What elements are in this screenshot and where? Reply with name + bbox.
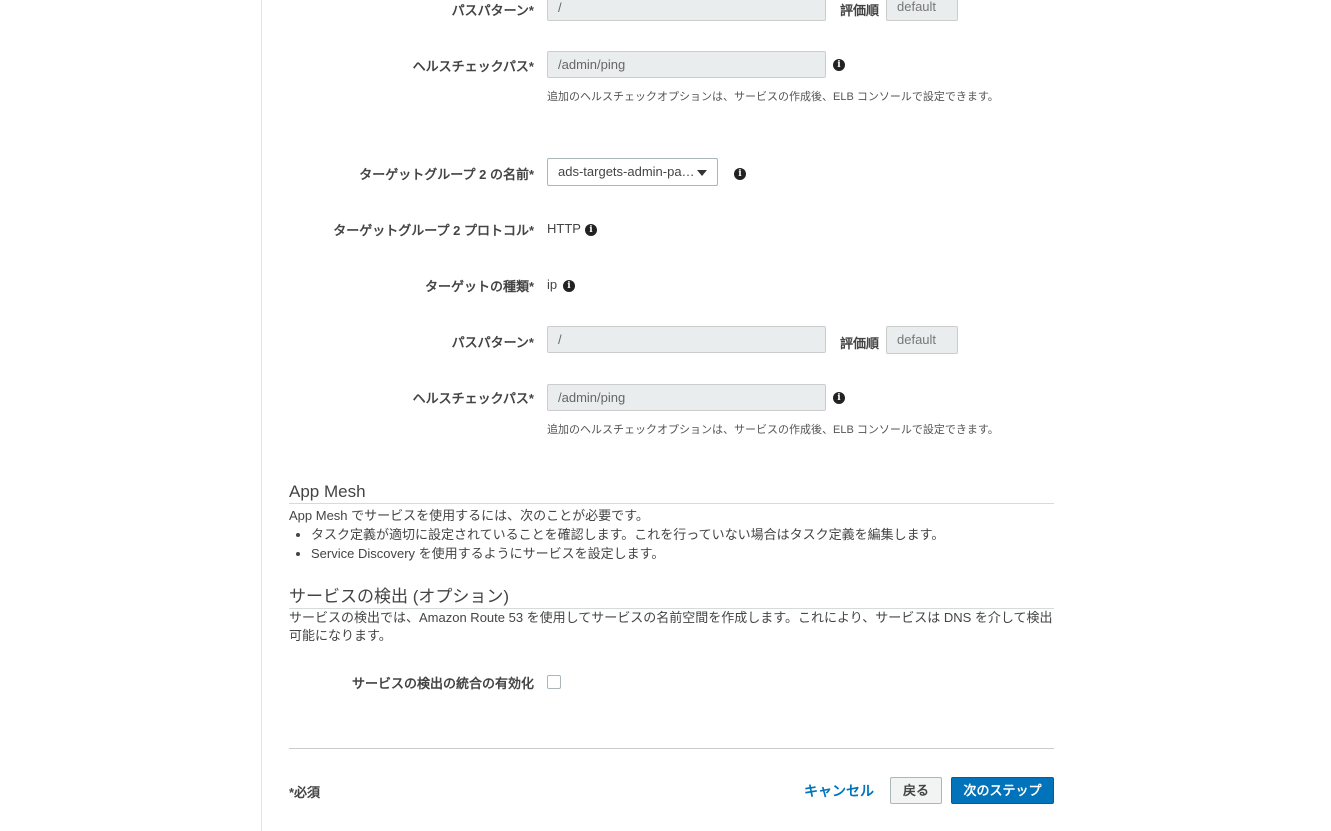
- eval-order-1-input[interactable]: default: [886, 0, 958, 21]
- app-mesh-intro: App Mesh でサービスを使用するには、次のことが必要です。: [289, 508, 649, 523]
- path-pattern-1-label: パスパターン*: [451, 3, 534, 18]
- target-type-label: ターゲットの種類*: [424, 279, 534, 294]
- next-step-button[interactable]: 次のステップ: [951, 777, 1054, 804]
- app-mesh-list: タスク定義が適切に設定されていることを確認します。これを行っていない場合はタスク…: [289, 525, 944, 563]
- target-group-2-name-value: ads-targets-admin-pa…: [558, 164, 695, 179]
- list-item: Service Discovery を使用するようにサービスを設定します。: [311, 544, 944, 563]
- info-icon[interactable]: i: [833, 59, 845, 71]
- health-check-1-label: ヘルスチェックパス*: [412, 59, 534, 74]
- required-note: *必須: [289, 785, 321, 800]
- service-discovery-enable-checkbox[interactable]: [547, 675, 561, 689]
- back-button[interactable]: 戻る: [890, 777, 942, 804]
- eval-order-2-input[interactable]: default: [886, 326, 958, 354]
- health-check-1-help: 追加のヘルスチェックオプションは、サービスの作成後、ELB コンソールで設定でき…: [547, 91, 999, 103]
- caret-down-icon: [697, 170, 707, 176]
- cancel-button[interactable]: キャンセル: [804, 781, 874, 801]
- list-item: タスク定義が適切に設定されていることを確認します。これを行っていない場合はタスク…: [311, 525, 944, 544]
- service-discovery-enable-label: サービスの検出の統合の有効化: [351, 676, 534, 691]
- target-group-2-name-select[interactable]: ads-targets-admin-pa…: [547, 158, 718, 186]
- target-group-2-name-label: ターゲットグループ 2 の名前*: [359, 167, 534, 182]
- path-pattern-2-input[interactable]: /: [547, 326, 826, 353]
- path-pattern-1-input[interactable]: /: [547, 0, 826, 21]
- health-check-2-help: 追加のヘルスチェックオプションは、サービスの作成後、ELB コンソールで設定でき…: [547, 424, 999, 436]
- target-group-2-protocol-label: ターゲットグループ 2 プロトコル*: [333, 223, 534, 238]
- info-icon[interactable]: i: [734, 168, 746, 180]
- service-discovery-desc-2: 可能になります。: [289, 628, 392, 643]
- info-icon[interactable]: i: [563, 280, 575, 292]
- service-discovery-title: サービスの検出 (オプション): [289, 582, 1054, 609]
- health-check-1-input[interactable]: /admin/ping: [547, 51, 826, 78]
- info-icon[interactable]: i: [585, 224, 597, 236]
- eval-order-1-label: 評価順: [840, 3, 880, 18]
- footer-divider: [289, 748, 1054, 749]
- path-pattern-2-label: パスパターン*: [451, 335, 534, 350]
- left-divider: [261, 0, 262, 831]
- info-icon[interactable]: i: [833, 392, 845, 404]
- target-type-value: ip: [547, 277, 558, 292]
- eval-order-2-label: 評価順: [840, 336, 880, 351]
- service-discovery-desc-1: サービスの検出では、Amazon Route 53 を使用してサービスの名前空間…: [289, 610, 1053, 625]
- health-check-2-input[interactable]: /admin/ping: [547, 384, 826, 411]
- health-check-2-label: ヘルスチェックパス*: [412, 391, 534, 406]
- app-mesh-title: App Mesh: [289, 482, 1054, 504]
- target-group-2-protocol-value: HTTP: [547, 221, 581, 236]
